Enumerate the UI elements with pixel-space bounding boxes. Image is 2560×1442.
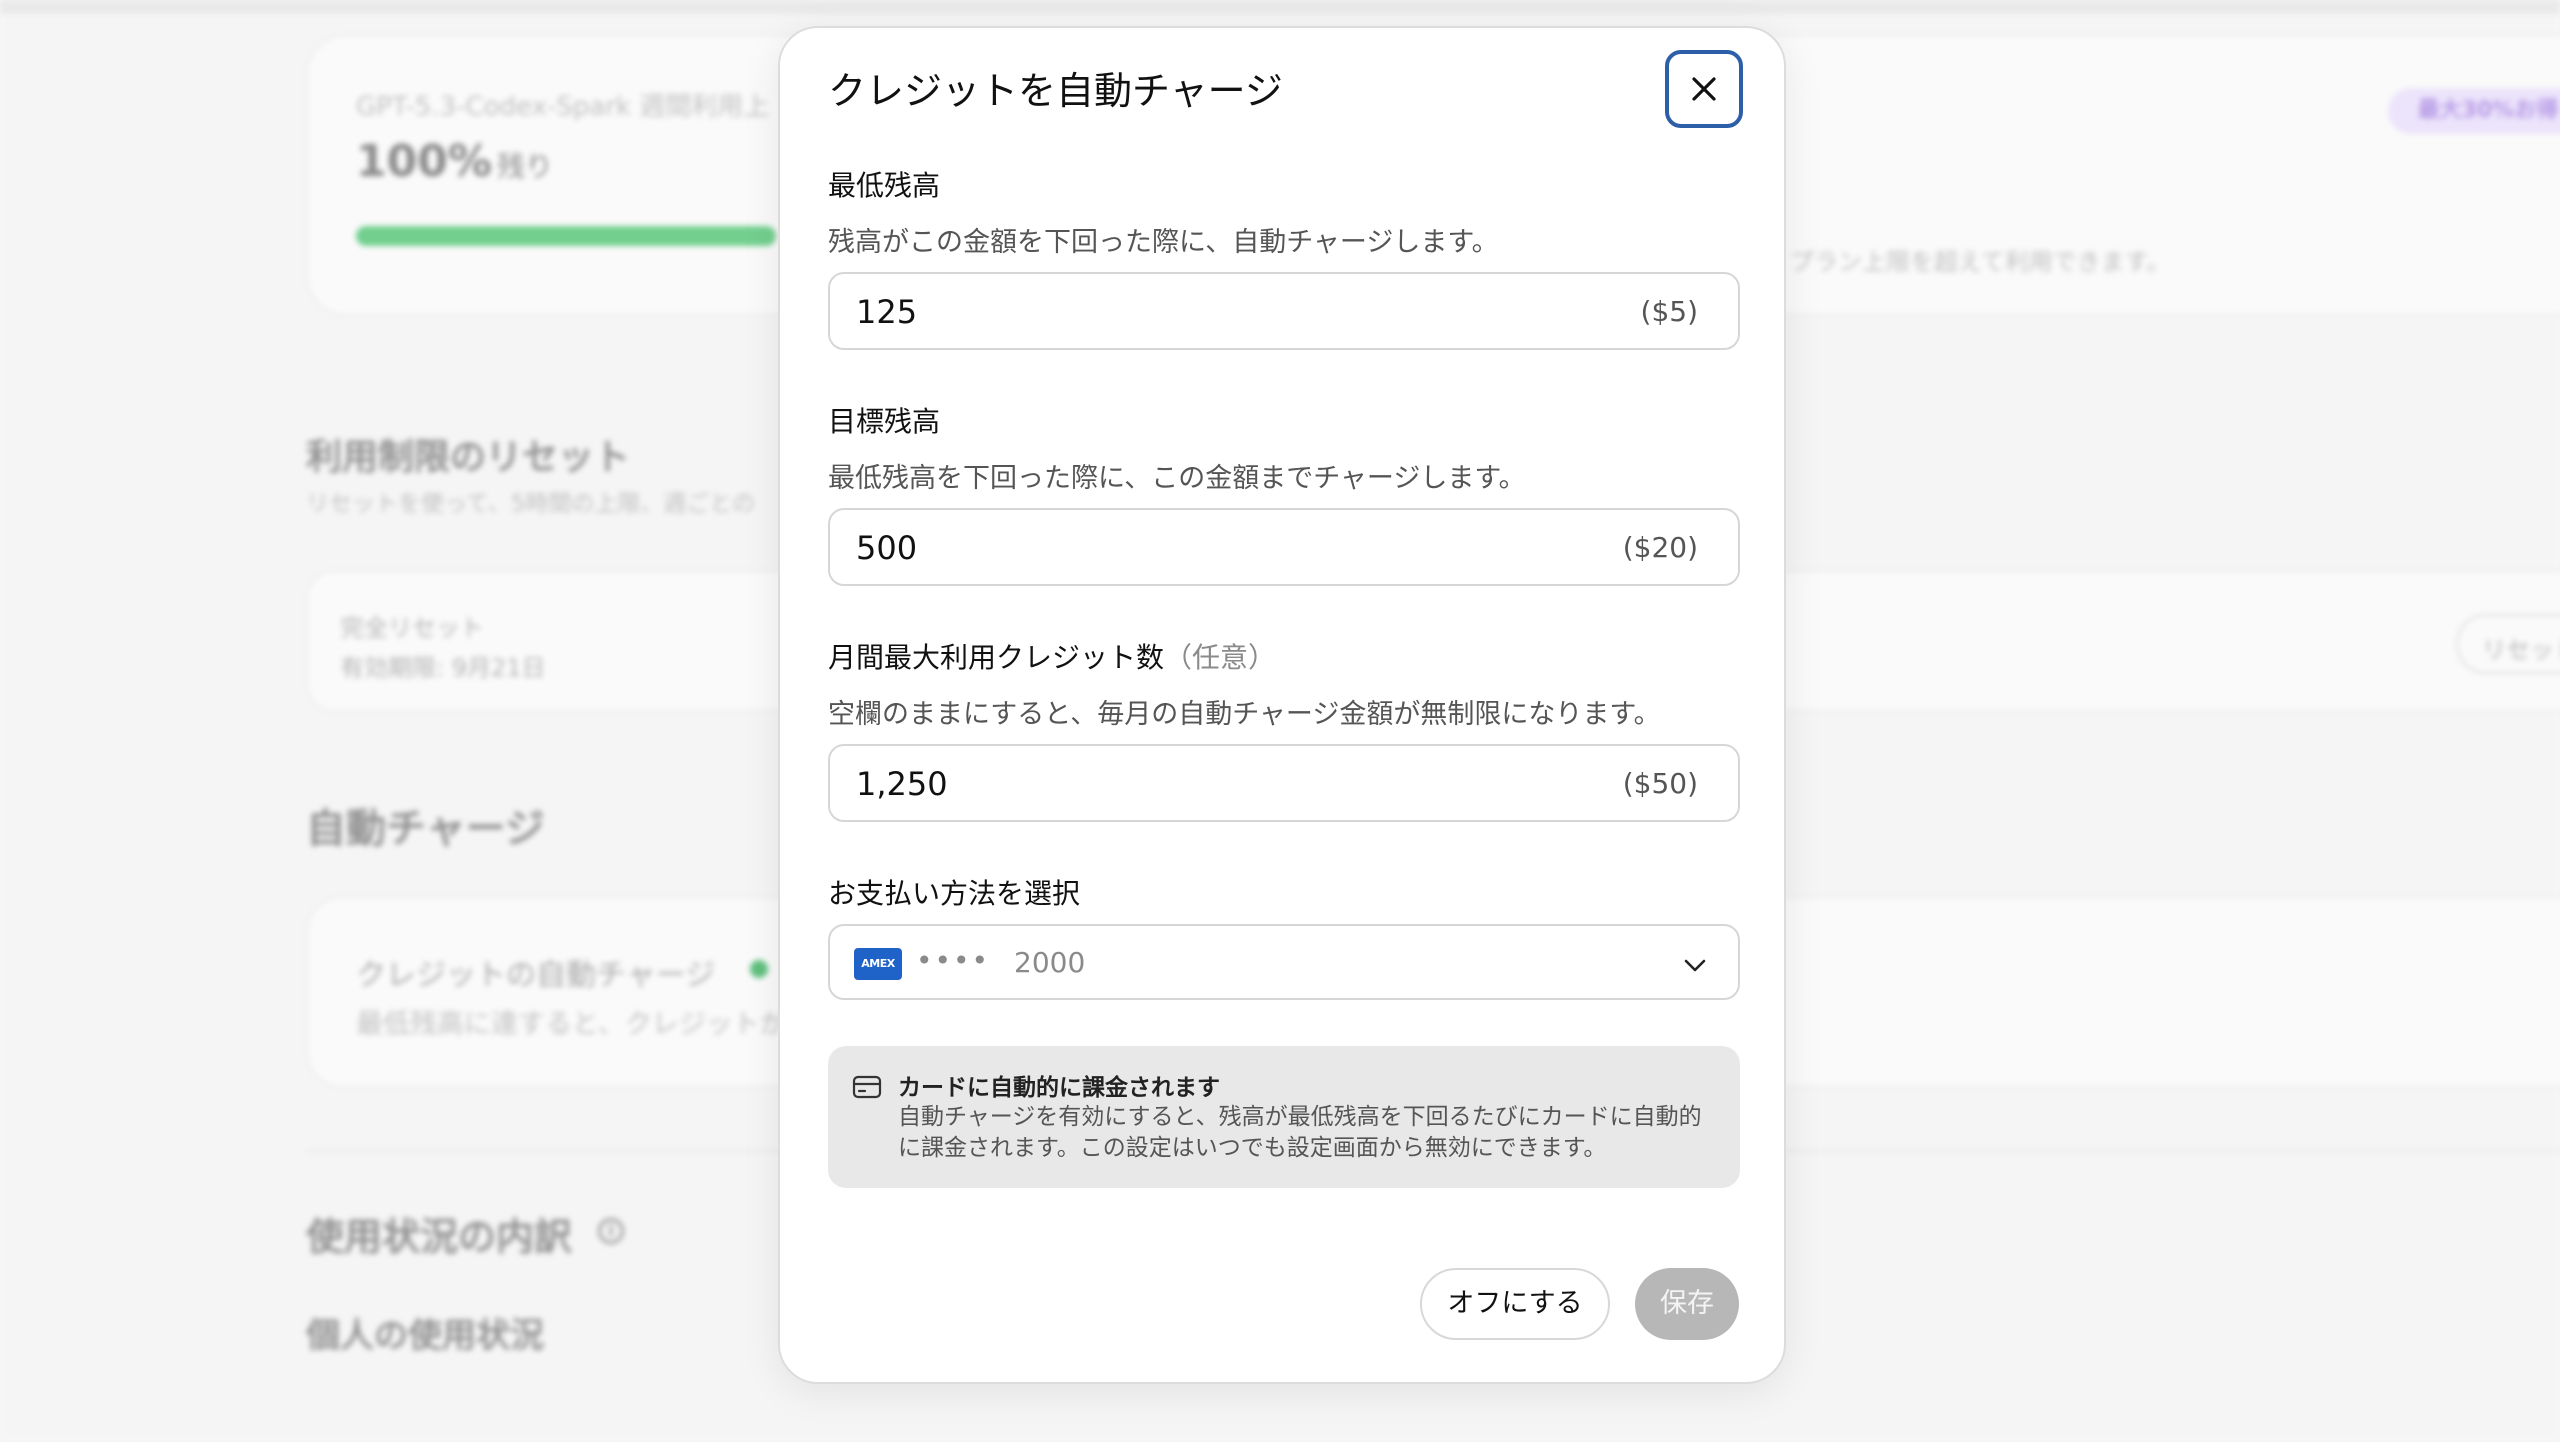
payment-method-label: お支払い方法を選択 — [828, 877, 1081, 910]
target-balance-input[interactable]: 500 ($20) — [828, 508, 1740, 586]
personal-usage-title: 個人の使用状況 — [306, 1316, 544, 1356]
monthly-max-label: 月間最大利用クレジット数（任意） — [828, 636, 1276, 676]
target-balance-usd: ($20) — [1622, 531, 1698, 564]
modal-title: クレジットを自動チャージ — [828, 69, 1283, 113]
auto-charge-section-title: 自動チャージ — [306, 806, 545, 852]
reset-button-label: リセット — [2482, 636, 2560, 664]
reset-item-title: 完全リセット — [340, 614, 484, 642]
close-button[interactable] — [1665, 50, 1743, 128]
auto-charge-notice: カードに自動的に課金されます 自動チャージを有効にすると、残高が最低残高を下回る… — [828, 1046, 1740, 1188]
usage-breakdown-title: 使用状況の内訳 — [306, 1215, 573, 1259]
monthly-max-input[interactable]: 1,250 ($50) — [828, 744, 1740, 822]
notice-title: カードに自動的に課金されます — [898, 1075, 1220, 1101]
usage-progress-bar — [356, 226, 776, 246]
plan-note: プラン上限を超えて利用できます。 — [1790, 248, 2171, 276]
promo-badge: 最大30%お得 — [2388, 88, 2560, 134]
min-balance-description: 残高がこの金額を下回った際に、自動チャージします。 — [828, 227, 1499, 258]
target-balance-label: 目標残高 — [828, 405, 941, 438]
target-balance-description: 最低残高を下回った際に、この金額までチャージします。 — [828, 463, 1526, 494]
auto-charge-item-title: クレジットの自動チャージ — [356, 958, 716, 993]
min-balance-label: 最低残高 — [828, 169, 941, 202]
close-icon — [1692, 77, 1716, 101]
chevron-down-icon — [1684, 959, 1706, 972]
info-icon: i — [598, 1218, 624, 1244]
usage-percent-value: 100% — [356, 136, 492, 187]
card-masked-dots: •••• — [916, 944, 991, 977]
auto-charge-modal: クレジットを自動チャージ 最低残高 残高がこの金額を下回った際に、自動チャージし… — [778, 26, 1786, 1384]
notice-body: 自動チャージを有効にすると、残高が最低残高を下回るたびにカードに自動的に課金され… — [898, 1104, 1702, 1161]
monthly-max-optional: （任意） — [1164, 641, 1277, 674]
card-last-four: 2000 — [1014, 946, 1086, 979]
reset-section-title: 利用制限のリセット — [306, 437, 631, 478]
reset-section-subtitle: リセットを使って、5時間の上限、週ごとの — [306, 491, 756, 517]
usage-percent-suffix: 残り — [497, 150, 554, 183]
min-balance-usd: ($5) — [1640, 295, 1698, 328]
payment-method-select[interactable]: AMEX •••• 2000 — [828, 924, 1740, 1000]
reset-item-expiry: 有効期限: 9月21日 — [340, 654, 546, 682]
amex-card-icon: AMEX — [854, 948, 902, 980]
monthly-max-label-text: 月間最大利用クレジット数 — [828, 641, 1165, 674]
min-balance-value: 125 — [856, 293, 918, 331]
turn-off-button[interactable]: オフにする — [1420, 1268, 1610, 1340]
monthly-max-value: 1,250 — [856, 765, 948, 803]
save-button[interactable]: 保存 — [1635, 1268, 1739, 1340]
credit-card-icon — [852, 1075, 882, 1099]
reset-button[interactable]: リセット — [2456, 614, 2560, 674]
auto-charge-item-desc: 最低残高に達すると、クレジットが — [356, 1009, 787, 1040]
usage-model-label: GPT-5.3-Codex-Spark 週間利用上 — [356, 92, 770, 122]
min-balance-input[interactable]: 125 ($5) — [828, 272, 1740, 350]
top-bar — [0, 0, 2560, 14]
monthly-max-usd: ($50) — [1622, 767, 1698, 800]
target-balance-value: 500 — [856, 529, 918, 567]
usage-percent: 100% 残り — [356, 136, 553, 187]
monthly-max-description: 空欄のままにすると、毎月の自動チャージ金額が無制限になります。 — [828, 699, 1661, 730]
status-dot-icon — [750, 960, 768, 978]
